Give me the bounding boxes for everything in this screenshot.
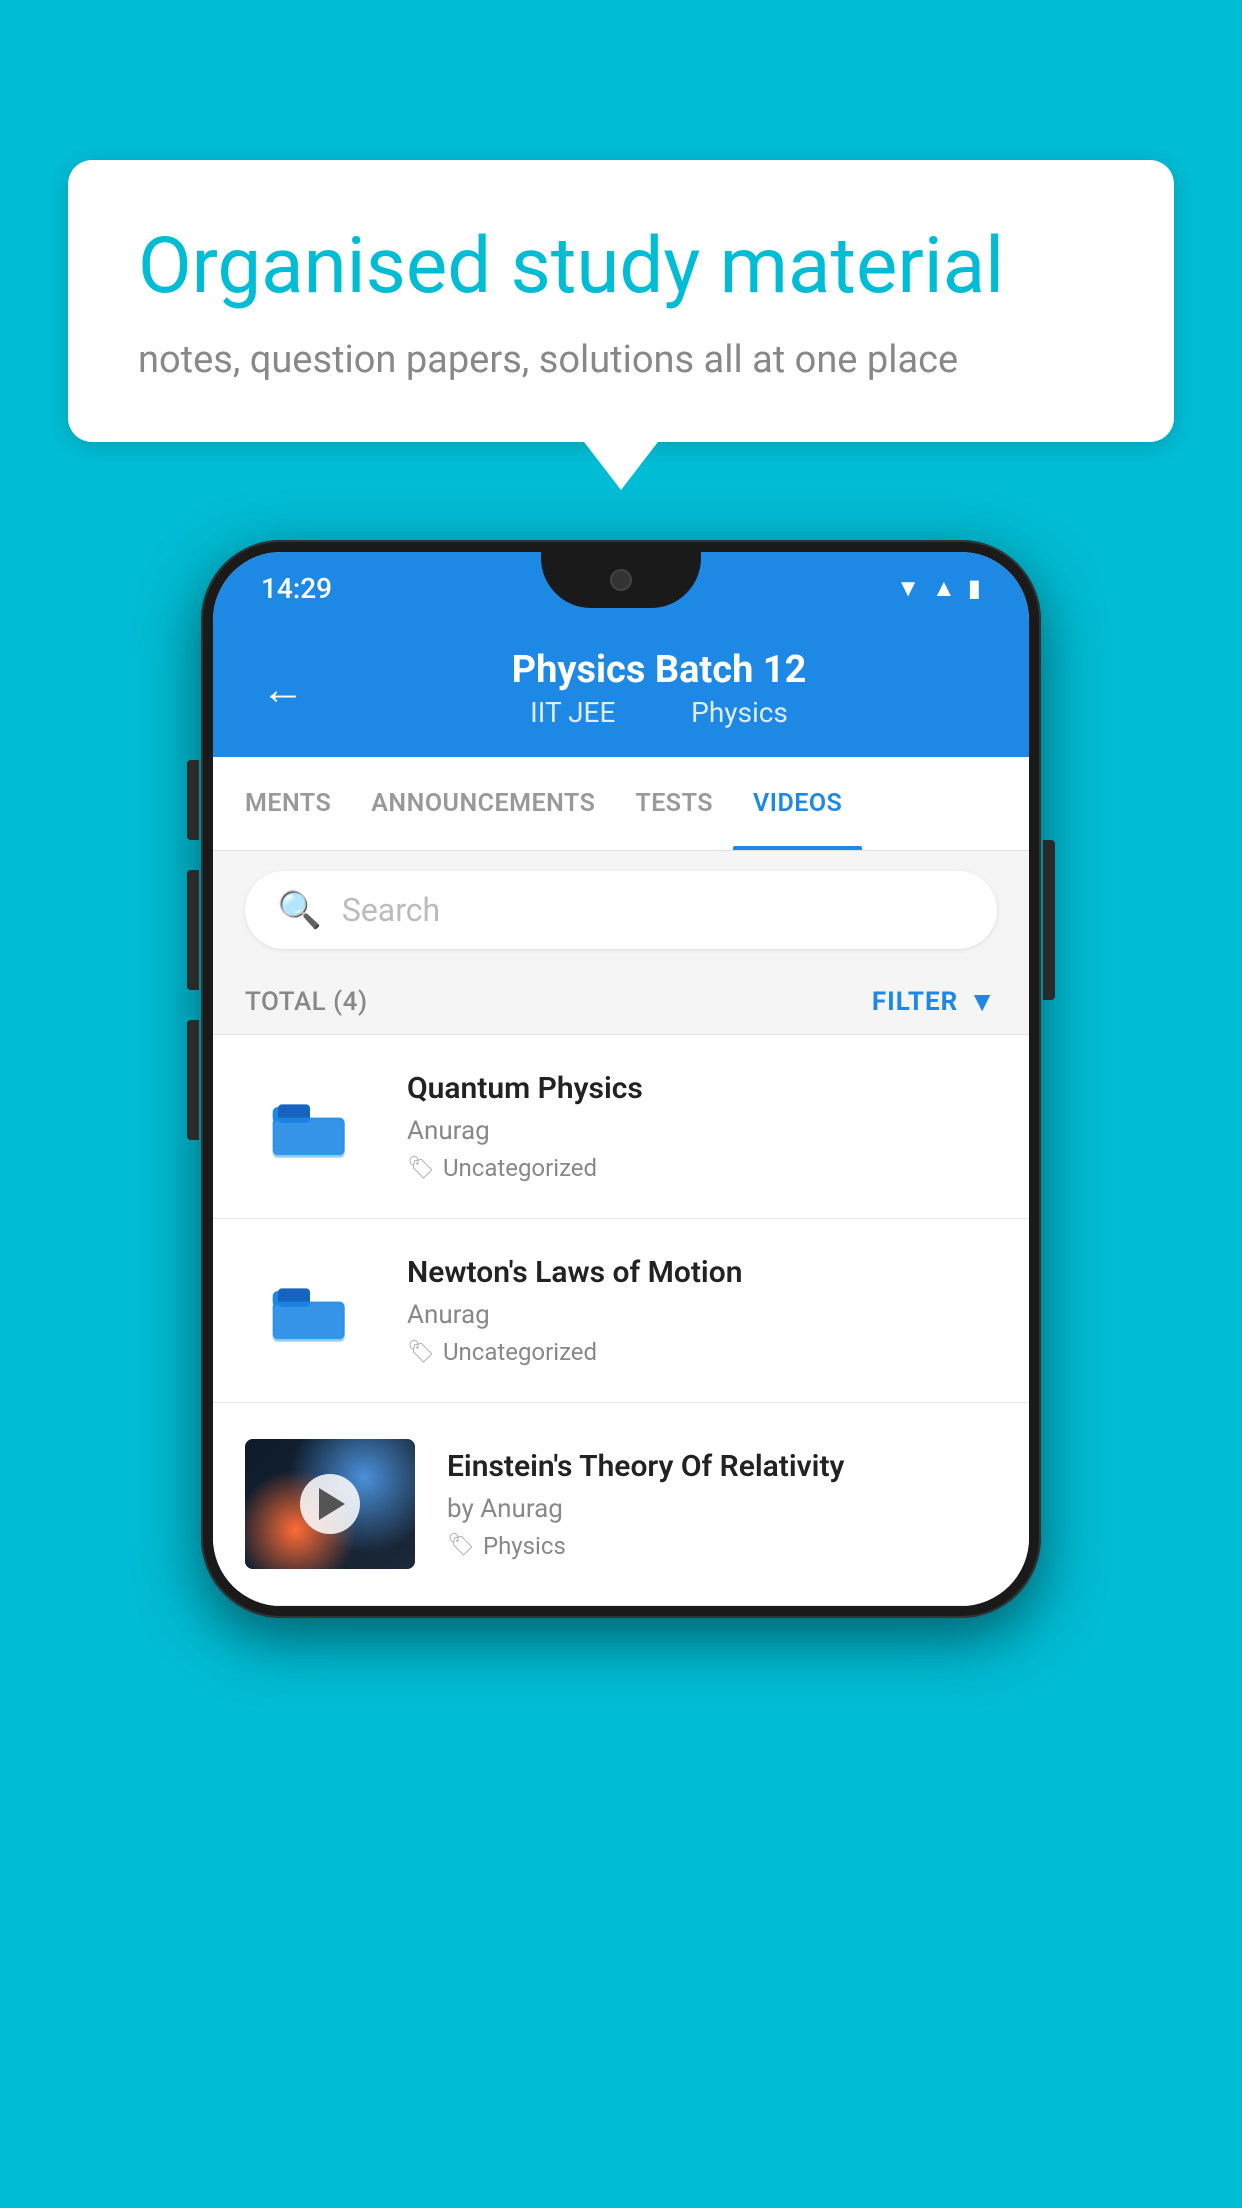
video-tag: 🏷 Uncategorized xyxy=(407,1338,997,1366)
header-title: Physics Batch 12 xyxy=(337,648,981,692)
folder-icon xyxy=(270,1087,350,1167)
video-info: Newton's Laws of Motion Anurag 🏷 Uncateg… xyxy=(407,1255,997,1366)
play-button[interactable] xyxy=(300,1474,360,1534)
status-time: 14:29 xyxy=(261,572,332,605)
side-button-left-mid xyxy=(187,870,199,990)
header-subtitle-part1: IIT JEE xyxy=(530,696,615,729)
side-button-left-bot xyxy=(187,1020,199,1140)
phone-screen: 14:29 ▼ ▲ ▮ ← Physics Batch 12 IIT JEE xyxy=(213,552,1029,1606)
list-item[interactable]: Einstein's Theory Of Relativity by Anura… xyxy=(213,1403,1029,1606)
header-subtitle-part2: Physics xyxy=(691,696,788,729)
folder-icon-container xyxy=(245,1077,375,1177)
video-tag: 🏷 Physics xyxy=(447,1532,997,1560)
video-info: Quantum Physics Anurag 🏷 Uncategorized xyxy=(407,1071,997,1182)
tag-label: Uncategorized xyxy=(443,1154,597,1182)
play-triangle-icon xyxy=(319,1488,345,1520)
search-bar[interactable]: 🔍 Search xyxy=(245,871,997,949)
video-info: Einstein's Theory Of Relativity by Anura… xyxy=(447,1449,997,1560)
tab-tests[interactable]: TESTS xyxy=(615,757,733,850)
header-title-block: Physics Batch 12 IIT JEE Physics xyxy=(337,648,981,729)
tab-videos[interactable]: VIDEOS xyxy=(733,757,862,850)
phone-outer: 14:29 ▼ ▲ ▮ ← Physics Batch 12 IIT JEE xyxy=(201,540,1041,1618)
video-list: Quantum Physics Anurag 🏷 Uncategorized xyxy=(213,1035,1029,1606)
folder-icon xyxy=(270,1271,350,1351)
status-icons: ▼ ▲ ▮ xyxy=(896,574,981,603)
search-placeholder: Search xyxy=(342,891,440,929)
tab-ments[interactable]: MENTS xyxy=(225,757,351,850)
battery-icon: ▮ xyxy=(968,574,981,602)
filter-icon: ▼ xyxy=(968,985,997,1018)
tag-icon: 🏷 xyxy=(447,1533,475,1558)
wifi-icon: ▼ xyxy=(896,574,920,603)
filter-button[interactable]: FILTER ▼ xyxy=(872,985,997,1018)
tag-icon: 🏷 xyxy=(407,1340,435,1365)
header-subtitle: IIT JEE Physics xyxy=(337,696,981,729)
status-bar: 14:29 ▼ ▲ ▮ xyxy=(213,552,1029,624)
header-subtitle-separator xyxy=(646,696,660,729)
tag-label: Uncategorized xyxy=(443,1338,597,1366)
video-author: Anurag xyxy=(407,1300,997,1330)
total-count: TOTAL (4) xyxy=(245,987,368,1017)
speech-bubble-title: Organised study material xyxy=(138,220,1104,314)
notch xyxy=(541,552,701,608)
filter-label: FILTER xyxy=(872,987,958,1017)
folder-icon-container xyxy=(245,1261,375,1361)
tag-label: Physics xyxy=(483,1532,566,1560)
speech-bubble-container: Organised study material notes, question… xyxy=(68,160,1174,442)
video-author: Anurag xyxy=(407,1116,997,1146)
einstein-thumbnail xyxy=(245,1439,415,1569)
camera-dot xyxy=(610,569,632,591)
tag-icon: 🏷 xyxy=(407,1156,435,1181)
filter-bar: TOTAL (4) FILTER ▼ xyxy=(213,969,1029,1035)
video-title: Einstein's Theory Of Relativity xyxy=(447,1449,997,1484)
signal-icon: ▲ xyxy=(932,574,956,603)
video-tag: 🏷 Uncategorized xyxy=(407,1154,997,1182)
search-icon: 🔍 xyxy=(277,889,322,931)
speech-bubble: Organised study material notes, question… xyxy=(68,160,1174,442)
video-title: Newton's Laws of Motion xyxy=(407,1255,997,1290)
video-author: by Anurag xyxy=(447,1494,997,1524)
list-item[interactable]: Newton's Laws of Motion Anurag 🏷 Uncateg… xyxy=(213,1219,1029,1403)
list-item[interactable]: Quantum Physics Anurag 🏷 Uncategorized xyxy=(213,1035,1029,1219)
app-header: ← Physics Batch 12 IIT JEE Physics xyxy=(213,624,1029,757)
video-title: Quantum Physics xyxy=(407,1071,997,1106)
back-button[interactable]: ← xyxy=(261,663,305,715)
phone-wrapper: 14:29 ▼ ▲ ▮ ← Physics Batch 12 IIT JEE xyxy=(201,540,1041,1618)
tab-announcements[interactable]: ANNOUNCEMENTS xyxy=(351,757,615,850)
tabs-bar: MENTS ANNOUNCEMENTS TESTS VIDEOS xyxy=(213,757,1029,851)
side-button-left-top xyxy=(187,760,199,840)
search-container: 🔍 Search xyxy=(213,851,1029,969)
speech-bubble-subtitle: notes, question papers, solutions all at… xyxy=(138,338,1104,382)
side-button-right xyxy=(1043,840,1055,1000)
